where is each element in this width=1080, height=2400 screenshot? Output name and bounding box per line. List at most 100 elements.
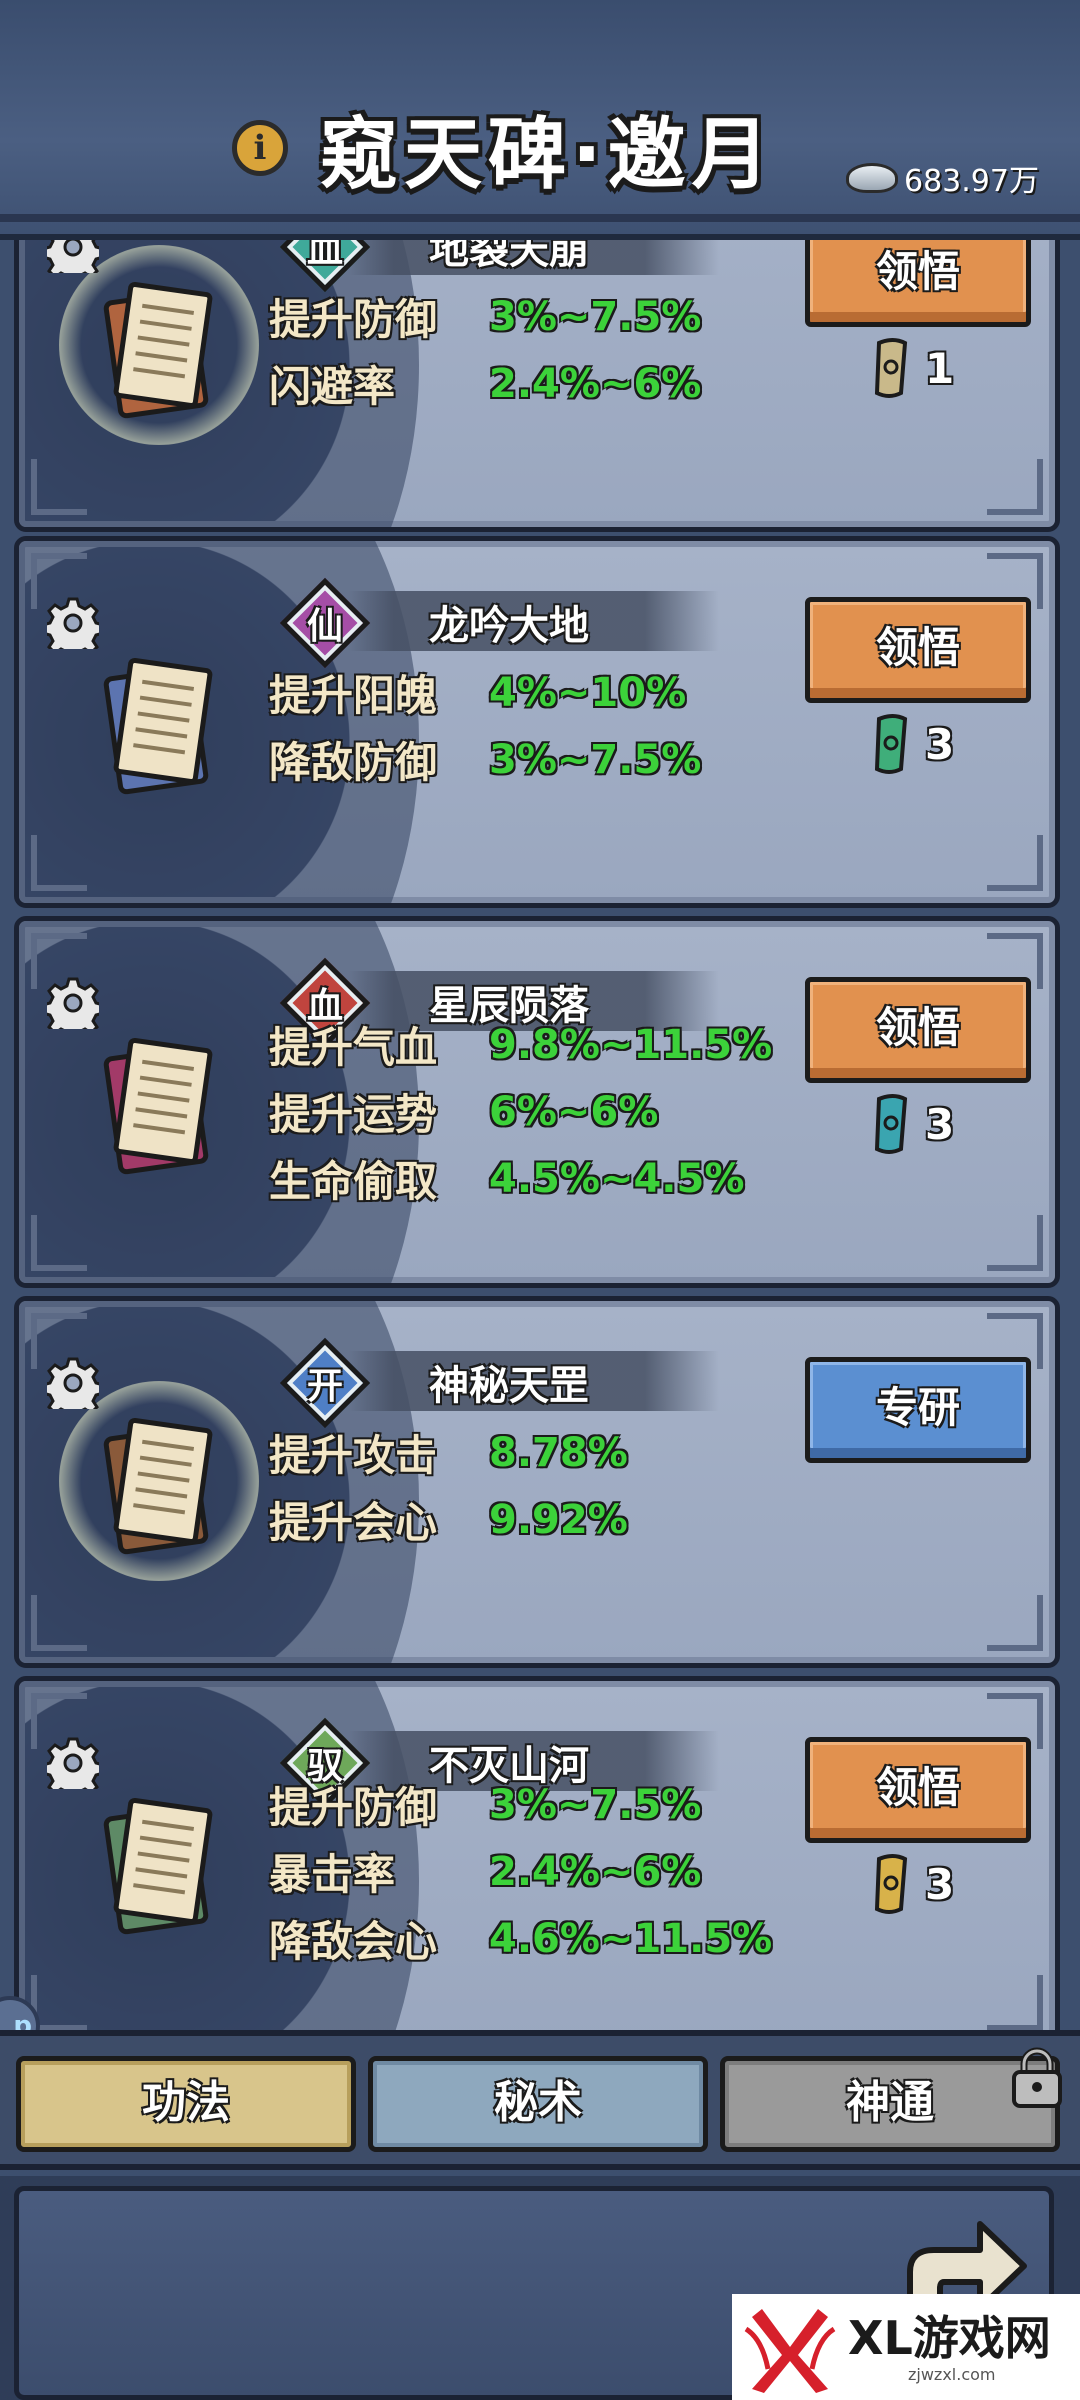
stat-label: 降敌会心	[269, 1917, 438, 1966]
stat-list: 提升防御 3%~7.5% 闪避率 2.4%~6%	[269, 283, 701, 417]
corner-ornament	[31, 1215, 87, 1271]
stat-list: 提升气血 9.8%~11.5% 提升运势 6%~6% 生命偷取 4.5%~4.5…	[269, 1011, 772, 1212]
comprehend-button[interactable]: 领悟	[805, 240, 1031, 327]
tab-shentong[interactable]: 神通	[720, 2056, 1060, 2152]
stat-row: 降敌防御 3%~7.5%	[269, 726, 701, 793]
stat-value: 4.5%~4.5%	[489, 1155, 745, 1202]
scroll-token-icon	[874, 714, 908, 774]
skill-scroll-icon[interactable]	[99, 651, 219, 801]
corner-ornament	[987, 459, 1043, 515]
watermark: XL游戏网 zjwzxl.com	[732, 2294, 1080, 2400]
cost-count: 3	[925, 719, 955, 769]
stat-value: 4.6%~11.5%	[489, 1915, 773, 1962]
stat-label: 提升会心	[269, 1498, 438, 1547]
cost-count: 3	[925, 1099, 955, 1149]
cost-count: 1	[925, 343, 955, 393]
stat-label: 提升阳魄	[269, 671, 438, 720]
corner-ornament	[31, 459, 87, 515]
stat-list: 提升防御 3%~7.5% 暴击率 2.4%~6% 降敌会心 4.6%~11.5%	[269, 1771, 772, 1972]
gear-icon[interactable]	[47, 240, 99, 273]
stat-row: 提升运势 6%~6%	[269, 1078, 772, 1145]
stat-label: 生命偷取	[269, 1157, 438, 1206]
scroll-token-icon	[874, 1854, 908, 1914]
header: i 窥天碑·邀月 683.97万	[0, 0, 1080, 240]
stat-label: 提升气血	[269, 1023, 438, 1072]
scroll-token-icon	[874, 338, 908, 398]
corner-ornament	[987, 835, 1043, 891]
gear-icon[interactable]	[47, 1357, 99, 1409]
gear-icon[interactable]	[47, 597, 99, 649]
stat-label: 暴击率	[269, 1850, 396, 1899]
skill-scroll-icon[interactable]	[99, 275, 219, 425]
corner-ornament	[31, 1595, 87, 1651]
cost: 3	[871, 1089, 954, 1159]
stat-row: 提升防御 3%~7.5%	[269, 283, 701, 350]
comprehend-button[interactable]: 领悟	[805, 977, 1031, 1083]
skill-scroll-icon[interactable]	[99, 1411, 219, 1561]
skill-card[interactable]: 血 地裂天崩 提升防御 3%~7.5% 闪避率 2.4%~6% 领悟 1	[14, 240, 1060, 532]
stat-value: 6%~6%	[489, 1088, 659, 1135]
stat-value: 2.4%~6%	[489, 1848, 702, 1895]
stat-list: 提升攻击 8.78% 提升会心 9.92%	[269, 1419, 628, 1553]
stat-row: 提升攻击 8.78%	[269, 1419, 628, 1486]
currency-display: 683.97万	[846, 158, 1039, 199]
stat-row: 提升气血 9.8%~11.5%	[269, 1011, 772, 1078]
stat-label: 闪避率	[269, 362, 396, 411]
stat-value: 3%~7.5%	[489, 736, 702, 783]
tab-bar: 功法 秘术 神通	[0, 2030, 1080, 2170]
skill-card[interactable]: 驭 不灭山河 提升防御 3%~7.5% 暴击率 2.4%~6% 降敌会心 4.6…	[14, 1676, 1060, 2030]
stat-label: 提升运势	[269, 1090, 438, 1139]
research-button[interactable]: 专研	[805, 1357, 1031, 1463]
stat-value: 4%~10%	[489, 669, 687, 716]
badge-glyph: 仙	[306, 606, 343, 647]
watermark-brand: XL游戏网	[848, 2310, 1051, 2365]
lock-icon	[1012, 2047, 1062, 2108]
stat-list: 提升阳魄 4%~10% 降敌防御 3%~7.5%	[269, 659, 701, 793]
badge-glyph: 血	[306, 240, 343, 271]
stat-value: 8.78%	[489, 1429, 628, 1476]
cost: 3	[871, 709, 954, 779]
skill-type-badge: 仙	[277, 575, 373, 671]
stat-value: 2.4%~6%	[489, 360, 702, 407]
gear-icon[interactable]	[47, 1737, 99, 1789]
skill-list[interactable]: 血 地裂天崩 提升防御 3%~7.5% 闪避率 2.4%~6% 领悟 1 仙 龙…	[0, 240, 1080, 2030]
tab-mishu[interactable]: 秘术	[368, 2056, 708, 2152]
stat-value: 9.8%~11.5%	[489, 1021, 773, 1068]
corner-ornament	[987, 1595, 1043, 1651]
skill-name: 龙吟大地	[429, 603, 589, 649]
skill-card[interactable]: 仙 龙吟大地 提升阳魄 4%~10% 降敌防御 3%~7.5% 领悟 3	[14, 536, 1060, 908]
skill-scroll-icon[interactable]	[99, 1031, 219, 1181]
skill-name: 神秘天罡	[429, 1363, 589, 1409]
gear-icon[interactable]	[47, 977, 99, 1029]
stat-label: 提升防御	[269, 1783, 438, 1832]
stat-row: 降敌会心 4.6%~11.5%	[269, 1905, 772, 1972]
watermark-url: zjwzxl.com	[908, 2364, 996, 2384]
currency-value: 683.97万	[904, 164, 1039, 199]
stat-value: 3%~7.5%	[489, 293, 702, 340]
stat-row: 提升会心 9.92%	[269, 1486, 628, 1553]
stat-row: 生命偷取 4.5%~4.5%	[269, 1145, 772, 1212]
stat-value: 3%~7.5%	[489, 1781, 702, 1828]
scroll-token-icon	[874, 1094, 908, 1154]
badge-glyph: 开	[306, 1366, 343, 1407]
skill-card[interactable]: 血 星辰陨落 提升气血 9.8%~11.5% 提升运势 6%~6% 生命偷取 4…	[14, 916, 1060, 1288]
stat-label: 提升攻击	[269, 1431, 438, 1480]
skill-card[interactable]: 开 神秘天罡 提升攻击 8.78% 提升会心 9.92% 专研	[14, 1296, 1060, 1668]
stat-row: 提升防御 3%~7.5%	[269, 1771, 772, 1838]
stat-label: 降敌防御	[269, 738, 438, 787]
tab-gongfa[interactable]: 功法	[16, 2056, 356, 2152]
page-title: 窥天碑·邀月	[320, 110, 776, 200]
info-icon[interactable]: i	[232, 120, 288, 176]
corner-ornament	[987, 1215, 1043, 1271]
comprehend-button[interactable]: 领悟	[805, 597, 1031, 703]
skill-scroll-icon[interactable]	[99, 1791, 219, 1941]
corner-ornament	[987, 1975, 1043, 2030]
stat-row: 暴击率 2.4%~6%	[269, 1838, 772, 1905]
cost: 1	[871, 333, 954, 403]
stat-row: 闪避率 2.4%~6%	[269, 350, 701, 417]
silver-ingot-icon	[846, 163, 898, 193]
corner-ornament	[31, 835, 87, 891]
stat-row: 提升阳魄 4%~10%	[269, 659, 701, 726]
comprehend-button[interactable]: 领悟	[805, 1737, 1031, 1843]
stat-value: 9.92%	[489, 1496, 628, 1543]
